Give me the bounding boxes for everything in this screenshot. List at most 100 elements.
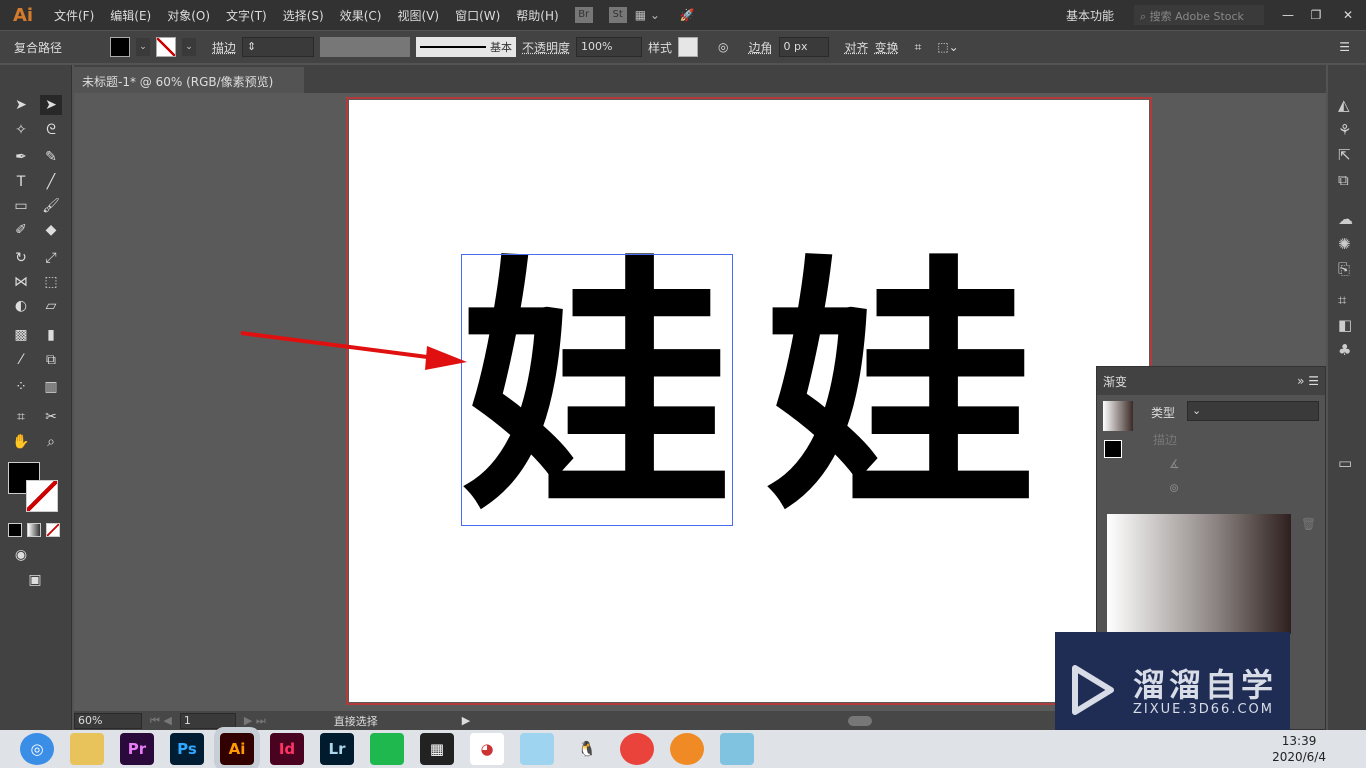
eraser-icon[interactable]: ◆ <box>40 220 62 240</box>
taskbar-illustrator[interactable]: Ai <box>214 727 260 768</box>
menu-object[interactable]: 对象(O) <box>159 7 218 24</box>
eyedropper-icon[interactable]: ⁄ <box>10 350 32 370</box>
corner-label[interactable]: 边角 <box>749 39 773 56</box>
bridge-button[interactable]: Br <box>574 7 593 23</box>
taskbar-app-color[interactable]: ◕ <box>470 733 504 765</box>
first-artboard-icon[interactable]: ⏮ ◀ <box>150 714 172 728</box>
scale-tool-icon[interactable]: ⤢ <box>40 248 62 268</box>
libraries-icon[interactable]: ☁ <box>1338 207 1366 232</box>
line-tool-icon[interactable]: ╱ <box>40 172 62 192</box>
taskbar-qq[interactable]: 🐧 <box>570 733 604 765</box>
stroke-dropdown[interactable]: ⌄ <box>182 38 196 56</box>
selection-tool-icon[interactable]: ➤ <box>10 95 32 115</box>
recolor-artwork-icon[interactable]: ◎ <box>718 40 728 54</box>
paintbrush-icon[interactable]: 🖌 <box>40 196 62 216</box>
stroke-swatch[interactable] <box>156 37 176 57</box>
shape-builder-icon[interactable]: ◐ <box>10 296 32 316</box>
status-menu-arrow[interactable]: ▶ <box>462 714 470 727</box>
mesh-tool-icon[interactable]: ▩ <box>10 325 32 345</box>
club-symbol-icon[interactable]: ♣ <box>1338 338 1366 363</box>
opacity-label[interactable]: 不透明度 <box>522 39 570 56</box>
taskbar-indesign[interactable]: Id <box>270 733 304 765</box>
pen-tool-icon[interactable]: ✒ <box>10 147 32 167</box>
symbol-sprayer-icon[interactable]: ⁘ <box>10 377 32 397</box>
export-icon[interactable]: ⇱ <box>1338 143 1366 168</box>
brush-definition[interactable]: 基本 <box>416 37 517 57</box>
zoom-select[interactable]: 60% <box>74 712 142 729</box>
gradient-fill-swatch[interactable] <box>1104 440 1122 458</box>
color-guide-icon[interactable]: ◭ <box>1338 93 1366 118</box>
gpu-performance-icon[interactable]: 🚀 <box>680 8 695 22</box>
blend-tool-icon[interactable]: ⧉ <box>40 350 62 370</box>
gradient-tool-icon[interactable]: ▮ <box>40 325 62 345</box>
gradient-thumbnail[interactable] <box>1103 401 1133 431</box>
free-transform-icon[interactable]: ⬚ <box>40 272 62 292</box>
taskbar-app-green[interactable] <box>370 733 404 765</box>
system-clock[interactable]: 13:39 2020/6/4 <box>1272 733 1326 765</box>
shaper-tool-icon[interactable]: ✐ <box>10 220 32 240</box>
taskbar-app-cat[interactable] <box>520 733 554 765</box>
panel-options-icon[interactable]: ☰ <box>1339 40 1350 54</box>
draw-mode-icon[interactable]: ◉ <box>10 545 32 565</box>
restore-button[interactable]: ❐ <box>1302 8 1330 22</box>
graphic-style-swatch[interactable] <box>678 37 699 57</box>
delete-stop-icon[interactable]: 🗑 <box>1301 517 1316 531</box>
symbols-icon[interactable]: ✺ <box>1338 232 1366 257</box>
gradient-type-select[interactable]: ⌄ <box>1187 401 1319 421</box>
selected-glyph[interactable]: 娃 <box>461 254 733 526</box>
perspective-grid-icon[interactable]: ▱ <box>40 296 62 316</box>
gradient-slider[interactable] <box>1107 514 1291 634</box>
taskbar-video-editor[interactable]: ▦ <box>420 733 454 765</box>
direct-selection-tool-icon[interactable]: ➤ <box>40 95 62 115</box>
stroke-label[interactable]: 描边 <box>212 39 236 56</box>
stroke-weight-input[interactable]: ⇕ <box>242 37 315 57</box>
workspace-switcher[interactable]: 基本功能 <box>1066 7 1114 24</box>
rotate-tool-icon[interactable]: ↻ <box>10 248 32 268</box>
opacity-input[interactable]: 100% <box>576 37 643 57</box>
magic-wand-icon[interactable]: ✧ <box>10 120 32 140</box>
align-button[interactable]: 对齐 <box>845 39 869 56</box>
color-mode-buttons[interactable] <box>8 523 64 539</box>
menu-view[interactable]: 视图(V) <box>389 7 447 24</box>
type-tool-icon[interactable]: T <box>10 172 32 192</box>
stock-button[interactable]: St <box>608 7 627 23</box>
file-explorer-button[interactable] <box>70 733 104 765</box>
menu-type[interactable]: 文字(T) <box>218 7 275 24</box>
menu-window[interactable]: 窗口(W) <box>447 7 508 24</box>
curvature-tool-icon[interactable]: ✎ <box>40 147 62 167</box>
hand-tool-icon[interactable]: ✋ <box>10 432 32 452</box>
variable-width-profile[interactable] <box>320 37 411 57</box>
fill-dropdown[interactable]: ⌄ <box>136 38 150 56</box>
stock-search-input[interactable]: ⌕ 搜索 Adobe Stock <box>1134 5 1264 25</box>
menu-file[interactable]: 文件(F) <box>46 7 102 24</box>
menu-effect[interactable]: 效果(C) <box>332 7 390 24</box>
zoom-tool-icon[interactable]: ⌕ <box>40 432 62 452</box>
artboard-number[interactable]: 1 <box>179 712 236 729</box>
taskbar-app-orange[interactable] <box>670 733 704 765</box>
minimize-button[interactable]: — <box>1274 8 1302 22</box>
screen-mode-icon[interactable]: ▣ <box>24 570 46 590</box>
start-button[interactable]: ◎ <box>20 733 54 765</box>
arrange-documents-icon[interactable]: ▦ ⌄ <box>635 8 660 22</box>
layers-icon[interactable]: ⧉ <box>1338 168 1366 193</box>
menu-select[interactable]: 选择(S) <box>275 7 332 24</box>
lasso-icon[interactable]: ᘓ <box>40 120 62 140</box>
transform-button[interactable]: 变换 <box>875 39 899 56</box>
corner-input[interactable]: 0 px <box>778 37 829 57</box>
taskbar-photoshop[interactable]: Ps <box>170 733 204 765</box>
glyph[interactable]: 娃 <box>766 255 1036 525</box>
pathfinder-icon[interactable]: ◧ <box>1338 313 1366 338</box>
align-icon[interactable]: ⌗ <box>1338 288 1366 313</box>
graph-tool-icon[interactable]: ▥ <box>40 377 62 397</box>
asset-export-icon[interactable]: ⎘ <box>1338 257 1366 282</box>
slice-tool-icon[interactable]: ✂ <box>40 407 62 427</box>
taskbar-app-blue[interactable] <box>720 733 754 765</box>
next-artboard-icon[interactable]: ▶ ⏭ <box>244 714 266 728</box>
collapse-icon[interactable]: » ☰ <box>1297 374 1319 388</box>
menu-help[interactable]: 帮助(H) <box>508 7 566 24</box>
taskbar-lightroom[interactable]: Lr <box>320 733 354 765</box>
select-similar-icon[interactable]: ⬚⌄ <box>937 40 958 54</box>
gradient-panel-icon[interactable]: ▭ <box>1338 451 1366 476</box>
taskbar-premiere[interactable]: Pr <box>120 733 154 765</box>
fill-swatch[interactable] <box>110 37 130 57</box>
